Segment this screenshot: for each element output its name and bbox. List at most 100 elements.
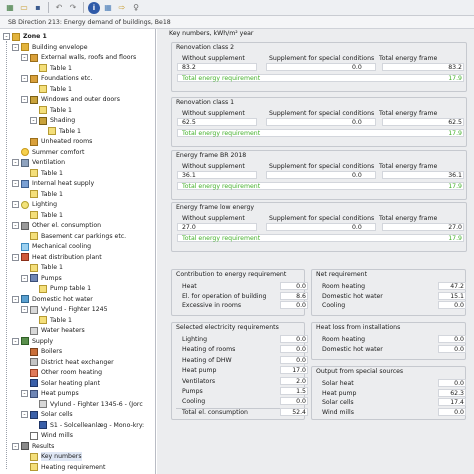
tree-node[interactable]: Pump table 1 [30,284,91,293]
row-label: Excessive in rooms [182,302,242,309]
tree-node[interactable]: Table 1 [30,85,72,94]
row-label: Cooling [182,398,206,406]
tree-expander-icon[interactable]: - [21,306,28,313]
table-icon [48,127,56,135]
tree-expander-icon[interactable]: - [12,159,19,166]
tree-node[interactable]: Table 1 [21,169,63,178]
tree-node[interactable]: Mechanical cooling [12,242,91,251]
export-icon[interactable]: ⇨ [116,2,128,14]
tree-expander-icon[interactable]: - [21,75,28,82]
tree-node-label: Heating requirement [41,463,106,471]
table-icon [39,106,47,114]
tree-node[interactable]: Unheated rooms [21,137,92,146]
tree-node-label: Table 1 [50,85,72,93]
tree-node[interactable]: - Internal heat supply [12,179,94,188]
grid-icon [30,53,38,62]
tree-node[interactable]: Table 1 [30,316,72,325]
tree-node[interactable]: - Domestic hot water [12,295,93,304]
tree-node-label: Water heaters [41,327,85,334]
help-icon[interactable]: ♀ [130,2,142,14]
tree-node[interactable]: - Zone 1 [3,32,47,41]
tree-node[interactable]: - Results [12,442,54,451]
window-icon [30,95,38,104]
tree-node[interactable]: Table 1 [21,211,63,220]
tree-expander-icon[interactable]: - [30,117,37,124]
tree-expander-icon[interactable]: - [12,442,19,450]
tree-node[interactable]: Table 1 [21,190,63,199]
tree-expander-icon[interactable]: - [12,180,19,187]
tree-node[interactable]: District heat exchanger [21,358,114,367]
group-title: Energy frame BR 2018 [176,152,247,159]
tree-expander-icon[interactable]: - [12,295,19,303]
info-icon[interactable]: i [88,1,100,14]
tree-node[interactable]: - Heat distribution plant [12,253,102,262]
navigation-tree[interactable]: - Zone 1 - Building envelope - External walls… [0,29,156,474]
total-energy-requirement-label: Total energy requirement [182,235,261,242]
tree-expander-icon[interactable]: - [12,43,19,51]
tree-expander-icon[interactable]: - [21,274,28,282]
row-value: 0.0 [296,346,306,354]
tree-node[interactable]: Table 1 [30,106,72,115]
table-icon [30,452,38,461]
group-title: Renovation class 1 [176,99,235,106]
tree-node[interactable]: - Heat pumps [21,389,79,398]
tree-node-label: Windows and outer doors [41,96,120,103]
tree-expander-icon[interactable]: - [21,96,28,103]
solar-icon [30,410,38,419]
group-title: Output from special sources [316,368,404,375]
tree-node[interactable]: - Windows and outer doors [21,95,120,104]
column-label: Total energy frame [379,215,438,222]
tree-node[interactable]: - Other el. consumption [12,221,101,230]
total-energy-requirement-label: Total energy requirement [182,75,261,82]
tree-node-label: Ventilation [32,159,65,166]
tree-node[interactable]: - External walls, roofs and floors [21,53,136,62]
tree-node[interactable]: - Foundations etc. [21,74,92,83]
tree-node[interactable]: - Shading [30,116,75,125]
tree-node[interactable]: - Solar cells [21,410,73,419]
tree-node[interactable]: Other room heating [21,368,102,377]
tree-expander-icon[interactable]: - [12,201,19,208]
total-frame-value: 36.1 [448,172,462,179]
tree-node-label: Basement car parkings etc. [41,232,127,240]
tree-expander-icon[interactable]: - [12,337,19,345]
tree-node[interactable]: Key numbers [21,452,82,461]
grid-icon[interactable]: ▦ [102,2,114,14]
tree-node[interactable]: Solar heating plant [21,379,100,388]
tree-node[interactable]: Table 1 [39,127,81,136]
tree-expander-icon[interactable]: - [21,390,28,397]
save-icon[interactable]: ▪ [32,2,44,14]
tree-node[interactable]: Summer comfort [12,148,84,157]
redo-icon[interactable]: ↷ [67,2,79,14]
tree-node[interactable]: Table 1 [30,64,72,73]
tree-expander-icon[interactable]: - [3,33,10,40]
tree-node[interactable]: Wind mills [21,431,73,440]
tree-node[interactable]: Water heaters [21,326,85,335]
tree-node[interactable]: - Pumps [21,274,62,283]
tree-expander-icon[interactable]: - [21,54,28,61]
tree-node[interactable]: - Vylund - Fighter 1245 [21,305,108,314]
tree-node[interactable]: - Building envelope [12,43,88,52]
calculator-icon[interactable]: ▦ [4,2,16,14]
tree-node[interactable]: - Supply [12,337,53,346]
row-label: Lighting [182,336,208,343]
tree-node[interactable]: Table 1 [21,263,63,272]
tree-node[interactable]: Heating requirement [21,463,105,472]
group-title: Selected electricity requirements [176,324,279,331]
tree-node[interactable]: Basement car parkings etc. [21,232,126,241]
open-folder-icon[interactable]: ▭ [18,2,30,14]
tree-node[interactable]: - Lighting [12,200,57,209]
tree-node-label: Mechanical cooling [32,243,92,250]
energy-frame-group: Renovation class 1 Without supplement Supp… [171,97,467,147]
tree-node-label: Table 1 [50,64,72,72]
tree-node[interactable]: S1 - Solcelleanlæg - Mono-kry: [30,421,144,430]
tree-node[interactable]: - Ventilation [12,158,65,167]
energy-frame-group: Energy frame low energy Without supplemen… [171,202,467,252]
tree-node[interactable]: Boilers [21,347,62,356]
tree-expander-icon[interactable]: - [12,253,19,261]
tree-node-label: Lighting [32,201,58,208]
tree-expander-icon[interactable]: - [12,222,19,229]
undo-icon[interactable]: ↶ [53,2,65,14]
tree-node[interactable]: Vylund - Fighter 1345-6 - (Jorc [30,400,143,409]
table-icon [39,85,47,93]
tree-expander-icon[interactable]: - [21,411,28,418]
